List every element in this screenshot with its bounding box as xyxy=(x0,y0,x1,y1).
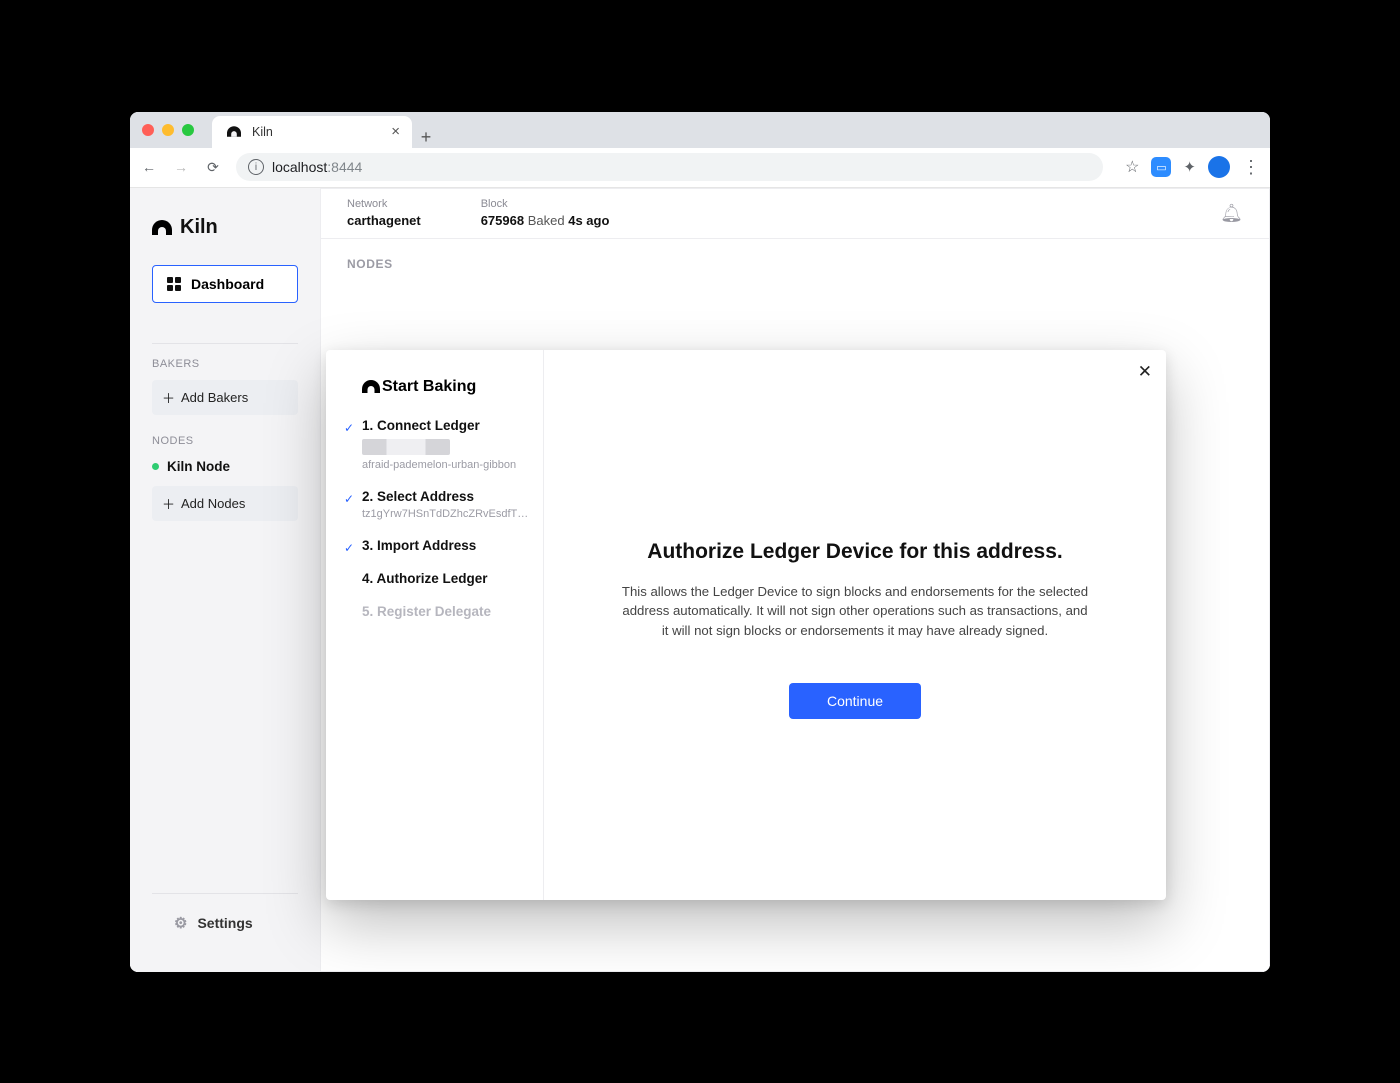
step-subtitle: tz1gYrw7HSnTdDZhcZRvEsdfTgS... xyxy=(362,508,530,520)
app-logo: Kiln xyxy=(130,208,320,265)
step-authorize-ledger[interactable]: 4. Authorize Ledger xyxy=(362,571,533,586)
plus-icon: ＋ xyxy=(162,388,175,407)
node-name: Kiln Node xyxy=(167,459,230,474)
url-host: localhost xyxy=(272,159,327,175)
modal-steps-panel: Start Baking ✓ 1. Connect Ledger afraid-… xyxy=(326,350,544,900)
app-name: Kiln xyxy=(180,216,218,239)
add-bakers-label: Add Bakers xyxy=(181,390,248,405)
status-dot-icon xyxy=(152,463,159,470)
modal-title-text: Start Baking xyxy=(382,378,476,396)
site-info-icon[interactable]: i xyxy=(248,159,264,175)
bookmark-star-icon[interactable]: ☆ xyxy=(1125,157,1139,177)
dashboard-icon xyxy=(167,277,181,291)
address-bar: ← → ⟳ i localhost:8444 ☆ ▭ ✦ ⋮ xyxy=(130,148,1270,188)
add-nodes-button[interactable]: ＋ Add Nodes xyxy=(152,486,298,521)
continue-button[interactable]: Continue xyxy=(789,683,921,719)
profile-avatar-icon[interactable] xyxy=(1208,156,1230,178)
plus-icon: ＋ xyxy=(162,494,175,513)
dashboard-label: Dashboard xyxy=(191,276,264,292)
nav-dashboard[interactable]: Dashboard xyxy=(152,265,298,303)
modal-content-panel: Authorize Ledger Device for this address… xyxy=(544,350,1166,900)
step-select-address[interactable]: ✓ 2. Select Address tz1gYrw7HSnTdDZhcZRv… xyxy=(362,489,533,520)
add-nodes-label: Add Nodes xyxy=(181,496,245,511)
step-subtitle: afraid-pademelon-urban-gibbon xyxy=(362,459,530,471)
block-age: 4s ago xyxy=(568,213,609,228)
kiln-logo-icon xyxy=(152,220,172,235)
notifications-bell-icon[interactable]: 🔔︎ xyxy=(1220,203,1243,224)
tab-close-icon[interactable]: × xyxy=(391,123,400,140)
zoom-extension-icon[interactable]: ▭ xyxy=(1151,157,1171,177)
page-heading-nodes: NODES xyxy=(347,257,1243,271)
block-baked-word: Baked xyxy=(528,213,565,228)
block-label: Block xyxy=(481,198,610,210)
browser-tab[interactable]: Kiln × xyxy=(212,116,412,148)
topbar: Network carthagenet Block 675968 Baked 4… xyxy=(321,189,1269,239)
maximize-window-icon[interactable] xyxy=(182,124,194,136)
step-import-address[interactable]: ✓ 3. Import Address xyxy=(362,538,533,553)
step-title: 3. Import Address xyxy=(362,538,533,553)
sidebar: Kiln Dashboard BAKERS ＋ Add Bakers NODES… xyxy=(130,188,320,972)
node-item[interactable]: Kiln Node xyxy=(130,457,320,486)
modal-close-icon[interactable]: ✕ xyxy=(1138,362,1152,382)
block-info: Block 675968 Baked 4s ago xyxy=(481,198,610,228)
step-title: 2. Select Address xyxy=(362,489,533,504)
url-port: :8444 xyxy=(327,159,362,175)
step-register-delegate[interactable]: 5. Register Delegate xyxy=(362,604,533,619)
step-connect-ledger[interactable]: ✓ 1. Connect Ledger afraid-pademelon-urb… xyxy=(362,418,533,471)
authorize-heading: Authorize Ledger Device for this address… xyxy=(647,540,1062,564)
network-value: carthagenet xyxy=(347,213,421,228)
step-title: 5. Register Delegate xyxy=(362,604,533,619)
browser-window: Kiln × + ← → ⟳ i localhost:8444 ☆ ▭ ✦ ⋮ xyxy=(130,112,1270,972)
nav-reload-icon[interactable]: ⟳ xyxy=(204,159,222,176)
check-icon: ✓ xyxy=(344,541,354,555)
check-icon: ✓ xyxy=(344,492,354,506)
new-tab-button[interactable]: + xyxy=(412,127,440,148)
step-title: 4. Authorize Ledger xyxy=(362,571,533,586)
network-label: Network xyxy=(347,198,421,210)
toolbar-extensions: ☆ ▭ ✦ ⋮ xyxy=(1125,156,1260,178)
add-bakers-button[interactable]: ＋ Add Bakers xyxy=(152,380,298,415)
authorize-description: This allows the Ledger Device to sign bl… xyxy=(620,582,1090,641)
step-title: 1. Connect Ledger xyxy=(362,418,533,433)
check-icon: ✓ xyxy=(344,421,354,435)
titlebar: Kiln × + xyxy=(130,112,1270,148)
section-nodes-label: NODES xyxy=(130,435,320,457)
nav-back-icon[interactable]: ← xyxy=(140,159,158,175)
block-height: 675968 xyxy=(481,213,524,228)
gear-icon: ⚙ xyxy=(174,914,187,932)
url-input[interactable]: i localhost:8444 xyxy=(236,153,1103,181)
sidebar-divider xyxy=(152,343,298,344)
start-baking-modal: ✕ Start Baking ✓ 1. Connect Ledger afrai… xyxy=(326,350,1166,900)
extensions-icon[interactable]: ✦ xyxy=(1183,158,1196,176)
nav-forward-icon: → xyxy=(172,159,190,175)
minimize-window-icon[interactable] xyxy=(162,124,174,136)
window-controls xyxy=(142,124,194,136)
ledger-device-icon xyxy=(362,439,450,455)
tab-favicon-icon xyxy=(227,126,241,137)
network-info: Network carthagenet xyxy=(347,198,421,228)
nav-settings[interactable]: ⚙ Settings xyxy=(152,893,298,952)
browser-menu-icon[interactable]: ⋮ xyxy=(1242,157,1260,178)
settings-label: Settings xyxy=(197,915,252,931)
tab-title: Kiln xyxy=(252,125,273,139)
kiln-logo-icon xyxy=(362,380,380,393)
close-window-icon[interactable] xyxy=(142,124,154,136)
section-bakers-label: BAKERS xyxy=(130,358,320,380)
modal-title: Start Baking xyxy=(362,378,533,396)
